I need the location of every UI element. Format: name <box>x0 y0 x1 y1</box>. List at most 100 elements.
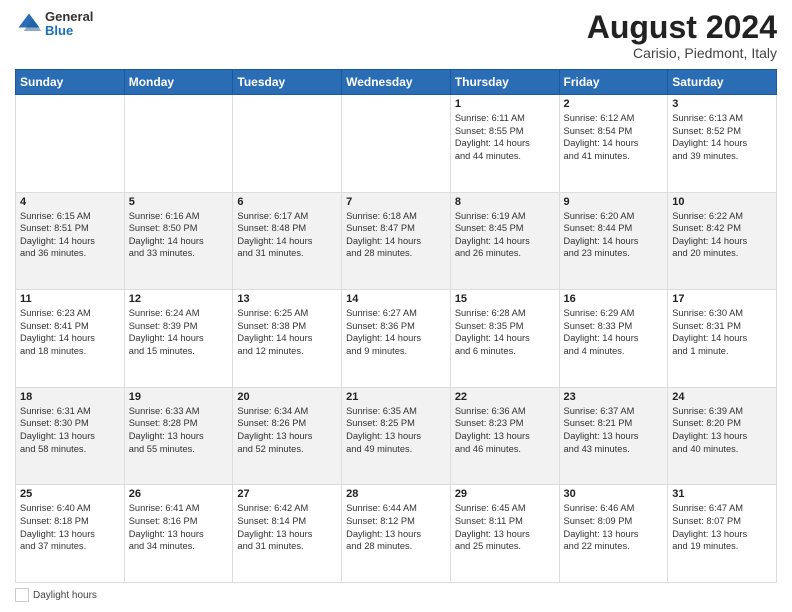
day-number: 21 <box>346 391 446 403</box>
calendar-header-friday: Friday <box>559 70 668 95</box>
calendar-cell: 16Sunrise: 6:29 AM Sunset: 8:33 PM Dayli… <box>559 290 668 388</box>
cell-content: Sunrise: 6:27 AM Sunset: 8:36 PM Dayligh… <box>346 307 446 357</box>
day-number: 31 <box>672 488 772 500</box>
cell-content: Sunrise: 6:11 AM Sunset: 8:55 PM Dayligh… <box>455 112 555 162</box>
cell-content: Sunrise: 6:36 AM Sunset: 8:23 PM Dayligh… <box>455 405 555 455</box>
cell-content: Sunrise: 6:35 AM Sunset: 8:25 PM Dayligh… <box>346 405 446 455</box>
cell-content: Sunrise: 6:34 AM Sunset: 8:26 PM Dayligh… <box>237 405 337 455</box>
calendar-week-row: 25 Sunrise: 6:40 AM Sunset: 8:18 PM Dayli… <box>16 485 777 583</box>
calendar-cell: 1 Sunrise: 6:11 AM Sunset: 8:55 PM Daylig… <box>450 95 559 193</box>
cell-content: Sunrise: 6:33 AM Sunset: 8:28 PM Dayligh… <box>129 405 229 455</box>
calendar-week-row: 18 Sunrise: 6:31 AM Sunset: 8:30 PM Dayli… <box>16 387 777 485</box>
day-number: 26 <box>129 488 229 500</box>
cell-content: Sunrise: 6:24 AM Sunset: 8:39 PM Dayligh… <box>129 307 229 357</box>
cell-content: Sunrise: 6:19 AM Sunset: 8:45 PM Dayligh… <box>455 210 555 260</box>
calendar-header-row: SundayMondayTuesdayWednesdayThursdayFrid… <box>16 70 777 95</box>
cell-content: Sunrise: 6:13 AM Sunset: 8:52 PM Dayligh… <box>672 112 772 162</box>
calendar-cell: 9Sunrise: 6:20 AM Sunset: 8:44 PM Daylig… <box>559 192 668 290</box>
day-number: 14 <box>346 293 446 305</box>
day-number: 18 <box>20 391 120 403</box>
calendar-cell: 18 Sunrise: 6:31 AM Sunset: 8:30 PM Dayli… <box>16 387 125 485</box>
cell-content: Sunrise: 6:46 AM Sunset: 8:09 PM Dayligh… <box>564 502 664 552</box>
day-number: 19 <box>129 391 229 403</box>
cell-content: Sunrise: 6:28 AM Sunset: 8:35 PM Dayligh… <box>455 307 555 357</box>
day-number: 1 <box>455 98 555 110</box>
cell-content: Sunrise: 6:40 AM Sunset: 8:18 PM Dayligh… <box>20 502 120 552</box>
calendar-cell: 3 Sunrise: 6:13 AM Sunset: 8:52 PM Daylig… <box>668 95 777 193</box>
calendar-cell: 2Sunrise: 6:12 AM Sunset: 8:54 PM Daylig… <box>559 95 668 193</box>
page: General Blue August 2024 Carisio, Piedmo… <box>0 0 792 612</box>
day-number: 3 <box>672 98 772 110</box>
logo-text: General Blue <box>45 10 93 39</box>
calendar-cell: 22 Sunrise: 6:36 AM Sunset: 8:23 PM Dayli… <box>450 387 559 485</box>
calendar-header-thursday: Thursday <box>450 70 559 95</box>
calendar-cell: 30 Sunrise: 6:46 AM Sunset: 8:09 PM Dayli… <box>559 485 668 583</box>
day-number: 9 <box>564 196 664 208</box>
cell-content: Sunrise: 6:15 AM Sunset: 8:51 PM Dayligh… <box>20 210 120 260</box>
day-number: 24 <box>672 391 772 403</box>
cell-content: Sunrise: 6:12 AM Sunset: 8:54 PM Dayligh… <box>564 112 664 162</box>
calendar-cell: 19 Sunrise: 6:33 AM Sunset: 8:28 PM Dayli… <box>124 387 233 485</box>
calendar-cell: 23Sunrise: 6:37 AM Sunset: 8:21 PM Dayli… <box>559 387 668 485</box>
cell-content: Sunrise: 6:29 AM Sunset: 8:33 PM Dayligh… <box>564 307 664 357</box>
calendar-cell: 27 Sunrise: 6:42 AM Sunset: 8:14 PM Dayli… <box>233 485 342 583</box>
day-number: 17 <box>672 293 772 305</box>
calendar-cell: 6 Sunrise: 6:17 AM Sunset: 8:48 PM Daylig… <box>233 192 342 290</box>
legend-item-daylight: Daylight hours <box>15 588 97 602</box>
calendar-cell: 8 Sunrise: 6:19 AM Sunset: 8:45 PM Daylig… <box>450 192 559 290</box>
calendar-week-row: 4Sunrise: 6:15 AM Sunset: 8:51 PM Daylig… <box>16 192 777 290</box>
legend-color-daylight <box>15 588 29 602</box>
calendar-cell: 7 Sunrise: 6:18 AM Sunset: 8:47 PM Daylig… <box>342 192 451 290</box>
calendar-cell: 28Sunrise: 6:44 AM Sunset: 8:12 PM Dayli… <box>342 485 451 583</box>
legend-daylight-label: Daylight hours <box>33 590 97 601</box>
cell-content: Sunrise: 6:25 AM Sunset: 8:38 PM Dayligh… <box>237 307 337 357</box>
cell-content: Sunrise: 6:47 AM Sunset: 8:07 PM Dayligh… <box>672 502 772 552</box>
cell-content: Sunrise: 6:22 AM Sunset: 8:42 PM Dayligh… <box>672 210 772 260</box>
day-number: 6 <box>237 196 337 208</box>
calendar-cell: 17Sunrise: 6:30 AM Sunset: 8:31 PM Dayli… <box>668 290 777 388</box>
calendar-header-monday: Monday <box>124 70 233 95</box>
cell-content: Sunrise: 6:17 AM Sunset: 8:48 PM Dayligh… <box>237 210 337 260</box>
calendar-cell <box>16 95 125 193</box>
calendar-cell: 26 Sunrise: 6:41 AM Sunset: 8:16 PM Dayli… <box>124 485 233 583</box>
calendar-table: SundayMondayTuesdayWednesdayThursdayFrid… <box>15 69 777 583</box>
calendar-cell: 20 Sunrise: 6:34 AM Sunset: 8:26 PM Dayli… <box>233 387 342 485</box>
calendar-cell: 29Sunrise: 6:45 AM Sunset: 8:11 PM Dayli… <box>450 485 559 583</box>
day-number: 22 <box>455 391 555 403</box>
calendar-cell <box>124 95 233 193</box>
day-number: 5 <box>129 196 229 208</box>
day-number: 8 <box>455 196 555 208</box>
calendar-cell: 4Sunrise: 6:15 AM Sunset: 8:51 PM Daylig… <box>16 192 125 290</box>
day-number: 7 <box>346 196 446 208</box>
calendar-cell <box>342 95 451 193</box>
day-number: 12 <box>129 293 229 305</box>
cell-content: Sunrise: 6:18 AM Sunset: 8:47 PM Dayligh… <box>346 210 446 260</box>
location-subtitle: Carisio, Piedmont, Italy <box>587 45 777 61</box>
day-number: 27 <box>237 488 337 500</box>
logo: General Blue <box>15 10 93 39</box>
day-number: 15 <box>455 293 555 305</box>
calendar-header-tuesday: Tuesday <box>233 70 342 95</box>
cell-content: Sunrise: 6:16 AM Sunset: 8:50 PM Dayligh… <box>129 210 229 260</box>
cell-content: Sunrise: 6:42 AM Sunset: 8:14 PM Dayligh… <box>237 502 337 552</box>
logo-blue-text: Blue <box>45 24 93 38</box>
calendar-cell: 24Sunrise: 6:39 AM Sunset: 8:20 PM Dayli… <box>668 387 777 485</box>
cell-content: Sunrise: 6:23 AM Sunset: 8:41 PM Dayligh… <box>20 307 120 357</box>
calendar-header-sunday: Sunday <box>16 70 125 95</box>
day-number: 30 <box>564 488 664 500</box>
day-number: 29 <box>455 488 555 500</box>
calendar-week-row: 11Sunrise: 6:23 AM Sunset: 8:41 PM Dayli… <box>16 290 777 388</box>
day-number: 23 <box>564 391 664 403</box>
day-number: 20 <box>237 391 337 403</box>
calendar-cell: 15 Sunrise: 6:28 AM Sunset: 8:35 PM Dayli… <box>450 290 559 388</box>
header: General Blue August 2024 Carisio, Piedmo… <box>15 10 777 61</box>
logo-general-text: General <box>45 10 93 24</box>
cell-content: Sunrise: 6:41 AM Sunset: 8:16 PM Dayligh… <box>129 502 229 552</box>
day-number: 13 <box>237 293 337 305</box>
cell-content: Sunrise: 6:31 AM Sunset: 8:30 PM Dayligh… <box>20 405 120 455</box>
calendar-week-row: 1 Sunrise: 6:11 AM Sunset: 8:55 PM Daylig… <box>16 95 777 193</box>
calendar-cell: 31 Sunrise: 6:47 AM Sunset: 8:07 PM Dayli… <box>668 485 777 583</box>
day-number: 25 <box>20 488 120 500</box>
calendar-cell: 21 Sunrise: 6:35 AM Sunset: 8:25 PM Dayli… <box>342 387 451 485</box>
calendar-header-saturday: Saturday <box>668 70 777 95</box>
